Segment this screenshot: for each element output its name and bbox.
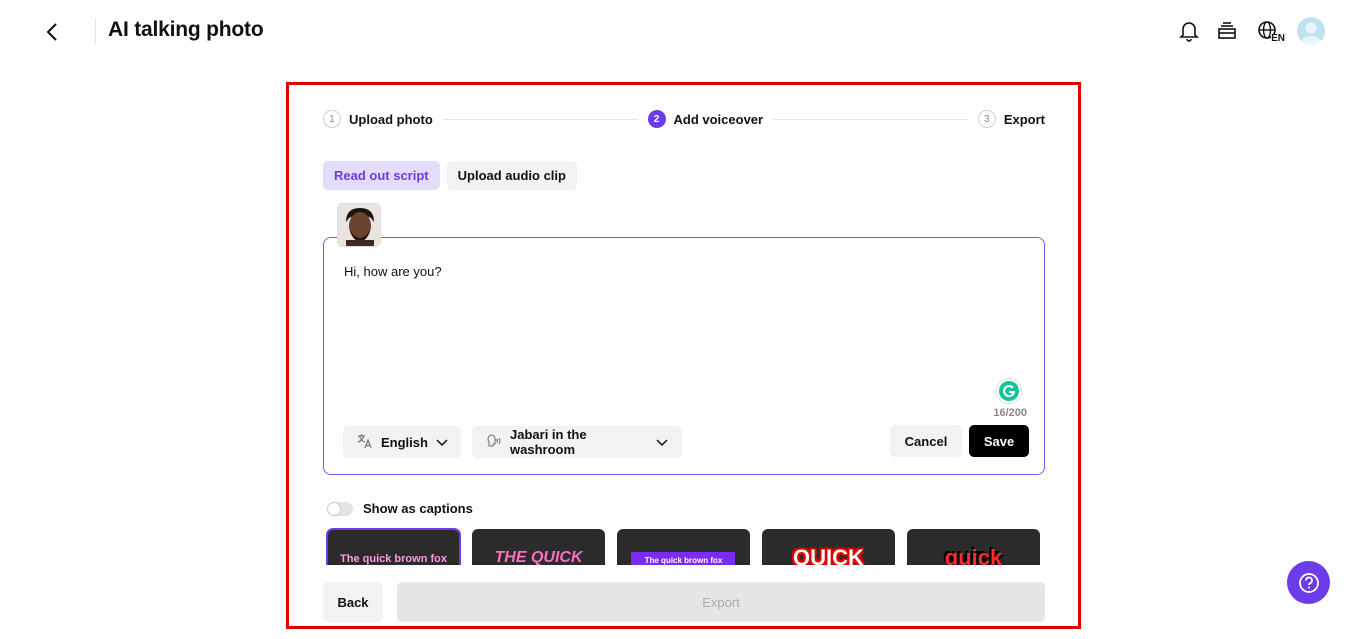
script-editor: Hi, how are you? 16/200 English Jabari i… [323, 237, 1045, 475]
bell-icon[interactable] [1177, 16, 1201, 46]
voice-value: Jabari in the washroom [510, 427, 587, 457]
back-arrow-icon[interactable] [40, 20, 64, 44]
header-actions: EN [1177, 16, 1325, 46]
step-connector [442, 118, 638, 120]
character-count: 16/200 [993, 407, 1027, 419]
back-button[interactable]: Back [323, 582, 383, 622]
language-badge: EN [1271, 33, 1285, 44]
voice-select[interactable]: Jabari in the washroom [472, 426, 682, 458]
voice-icon [486, 433, 502, 452]
voiceover-panel: 1 Upload photo 2 Add voiceover 3 Export … [286, 82, 1081, 629]
step-label: Add voiceover [673, 111, 764, 127]
step-number: 2 [647, 110, 666, 128]
chevron-down-icon [656, 435, 668, 450]
caption-style-3[interactable]: The quick brown fox [617, 529, 750, 569]
language-select[interactable]: English [343, 426, 461, 458]
help-button[interactable] [1287, 561, 1330, 604]
caption-style-preview: The quick brown fox [340, 553, 447, 565]
caption-style-1[interactable]: The quick brown fox [326, 528, 461, 570]
avatar[interactable] [1297, 17, 1325, 45]
step-connector [773, 118, 968, 120]
language-value: English [381, 434, 428, 450]
voiceover-tabs: Read out script Upload audio clip [323, 161, 577, 190]
caption-style-2[interactable]: THE QUICK [472, 529, 605, 569]
step-upload-photo: 1 Upload photo [323, 110, 433, 128]
step-number: 3 [977, 110, 996, 128]
voice-avatar-thumbnail[interactable] [337, 203, 381, 247]
caption-style-preview: The quick brown fox [644, 556, 723, 565]
stepper: 1 Upload photo 2 Add voiceover 3 Export [323, 109, 1045, 129]
header-divider [95, 18, 96, 44]
question-icon [1298, 572, 1319, 593]
step-add-voiceover: 2 Add voiceover [647, 110, 764, 128]
language-globe-icon[interactable]: EN [1253, 16, 1285, 46]
step-label: Upload photo [349, 111, 433, 127]
step-label: Export [1003, 111, 1045, 127]
export-button[interactable]: Export [397, 582, 1045, 622]
cancel-button[interactable]: Cancel [890, 425, 962, 457]
chevron-down-icon [436, 435, 448, 450]
script-input[interactable]: Hi, how are you? [344, 264, 984, 374]
caption-styles: The quick brown fox THE QUICK The quick … [326, 528, 1040, 570]
tab-upload-audio-clip[interactable]: Upload audio clip [446, 161, 577, 190]
page-title: AI talking photo [108, 18, 264, 41]
grammarly-icon[interactable] [996, 378, 1022, 404]
caption-style-4[interactable]: QUICK [762, 529, 895, 569]
translate-icon [357, 433, 373, 452]
tab-read-out-script[interactable]: Read out script [323, 161, 440, 190]
step-number: 1 [323, 110, 341, 128]
captions-toggle-row: Show as captions [327, 501, 473, 516]
stack-icon[interactable] [1215, 16, 1239, 46]
captions-toggle[interactable] [327, 501, 353, 516]
captions-toggle-label: Show as captions [363, 501, 473, 516]
caption-style-5[interactable]: quick [907, 529, 1040, 569]
top-bar: AI talking photo EN [0, 0, 1365, 64]
save-button[interactable]: Save [969, 425, 1029, 457]
step-export: 3 Export [977, 110, 1045, 128]
